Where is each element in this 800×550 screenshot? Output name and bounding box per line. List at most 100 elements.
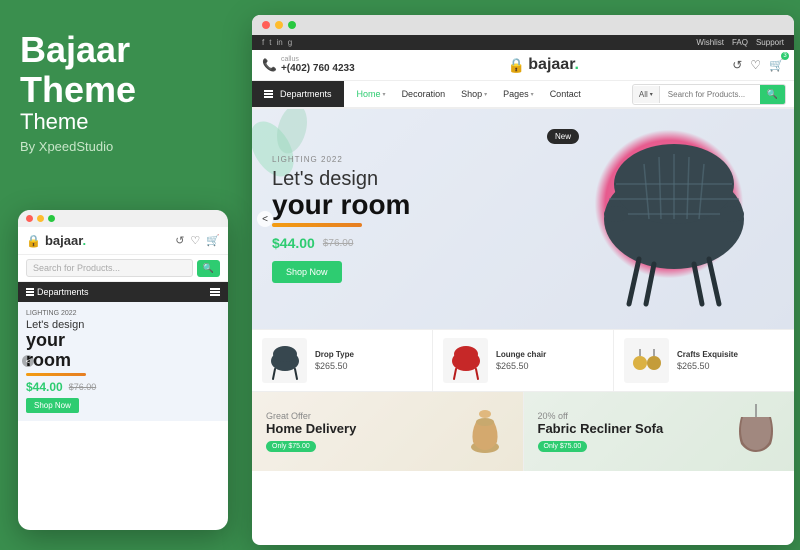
caret-down-icon: ▾ <box>531 91 534 98</box>
brand-title: Bajaar Theme <box>20 30 228 109</box>
dt-cart-badge: 3 <box>781 52 789 60</box>
dt-social-icons: f t in g <box>262 38 292 47</box>
dt-close-dot <box>262 21 270 29</box>
dt-phone-area: 📞 callus +(402) 760 4233 <box>262 56 355 74</box>
mobile-banner-title2: your <box>26 331 220 350</box>
nav-link-decoration[interactable]: Decoration <box>394 81 454 107</box>
dt-product-price-3: $265.50 <box>677 361 738 371</box>
brand-subtitle: Theme <box>20 109 228 135</box>
mobile-search-input[interactable]: Search for Products... <box>26 259 193 277</box>
faq-link[interactable]: FAQ <box>732 38 748 47</box>
nav-link-contact[interactable]: Contact <box>542 81 589 107</box>
mobile-logo-text: bajaar. <box>45 233 86 248</box>
dt-hero-old-price: $76.00 <box>323 238 354 249</box>
mobile-banner-tag: LIGHTING 2022 <box>26 310 220 317</box>
dept-text: Departments <box>37 287 89 297</box>
menu-line <box>26 291 34 293</box>
mobile-titlebar <box>18 210 228 227</box>
dt-logo-text: bajaar. <box>528 56 579 74</box>
dt-title-underline <box>272 223 362 227</box>
dt-hero-tag: LIGHTING 2022 <box>272 155 410 164</box>
mobile-header: 🔒 bajaar. ↺ ♡ 🛒 <box>18 227 228 255</box>
dt-product-price-2: $265.50 <box>496 361 546 371</box>
dt-refresh-icon[interactable]: ↺ <box>732 58 742 72</box>
menu-lines-icon <box>26 288 34 296</box>
dt-search-category[interactable]: All ▾ <box>633 86 660 103</box>
dt-product-name-3: Crafts Exquisite <box>677 350 738 359</box>
menu-line <box>26 288 34 290</box>
dt-promo-right: 20% off Fabric Recliner Sofa Only $75.00 <box>524 392 795 471</box>
facebook-icon[interactable]: f <box>262 38 264 47</box>
mobile-hamburger-icon[interactable] <box>210 288 220 296</box>
caret-down-icon: ▾ <box>484 91 487 98</box>
mobile-dept-label[interactable]: Departments <box>26 287 89 297</box>
dt-search-input[interactable] <box>660 86 760 103</box>
dt-product-info-3: Crafts Exquisite $265.50 <box>677 350 738 371</box>
dt-nav-links: Home ▾ Decoration Shop ▾ Pages ▾ Contact <box>344 81 594 107</box>
dept-btn-label: Departments <box>280 89 332 99</box>
vase-svg <box>458 402 513 457</box>
mobile-shop-btn[interactable]: Shop Now <box>26 398 79 413</box>
dt-hero-price: $44.00 <box>272 235 315 251</box>
dt-product-card: Lounge chair $265.50 <box>433 330 614 391</box>
dt-shop-now-button[interactable]: Shop Now <box>272 261 342 283</box>
mobile-old-price: $76.00 <box>69 382 97 392</box>
mobile-header-icons: ↺ ♡ 🛒 <box>175 234 220 247</box>
dt-product-price-1: $265.50 <box>315 361 354 371</box>
hanging-chair-svg <box>729 402 784 457</box>
dt-hero-title1: Let's design <box>272 168 410 191</box>
dept-line <box>264 96 273 98</box>
dt-promo-badge-2[interactable]: Only $75.00 <box>538 441 588 452</box>
dt-search-button[interactable]: 🔍 <box>760 85 785 104</box>
dt-product-card: Drop Type $265.50 <box>252 330 433 391</box>
dt-product-info-1: Drop Type $265.50 <box>315 350 354 371</box>
dt-promo-row: Great Offer Home Delivery Only $75.00 20… <box>252 391 794 471</box>
hamburger-line <box>210 288 220 290</box>
caret-down-icon: ▾ <box>383 91 386 98</box>
mobile-dept-bar: Departments <box>18 282 228 302</box>
support-link[interactable]: Support <box>756 38 784 47</box>
nav-link-shop[interactable]: Shop ▾ <box>453 81 495 107</box>
desktop-mockup: f t in g Wishlist FAQ Support 📞 callus +… <box>252 15 794 545</box>
logo-dot-accent: . <box>83 233 87 248</box>
nav-link-home[interactable]: Home ▾ <box>349 81 394 107</box>
product-chair-svg-1 <box>265 341 305 381</box>
dt-promo-image-1 <box>458 402 513 462</box>
lock-icon: 🔒 <box>26 234 41 248</box>
dt-wishlist-icon[interactable]: ♡ <box>750 58 761 72</box>
dt-cart-icon-container[interactable]: 🛒 3 <box>769 56 784 74</box>
dt-utility-bar: f t in g Wishlist FAQ Support <box>252 35 794 50</box>
dt-phone-number: +(402) 760 4233 <box>281 63 355 74</box>
mobile-price-row: $44.00 $76.00 <box>26 380 220 394</box>
nav-link-pages[interactable]: Pages ▾ <box>495 81 542 107</box>
mobile-search-button[interactable]: 🔍 <box>197 260 220 277</box>
dt-phone-label: callus <box>281 56 355 63</box>
maximize-dot <box>48 215 55 222</box>
product-earring-svg <box>627 341 667 381</box>
brand-by: By XpeedStudio <box>20 139 228 154</box>
dt-maximize-dot <box>288 21 296 29</box>
dt-util-links: Wishlist FAQ Support <box>696 38 784 47</box>
twitter-icon[interactable]: t <box>269 38 271 47</box>
linkedin-icon[interactable]: in <box>276 38 282 47</box>
google-icon[interactable]: g <box>288 38 292 47</box>
refresh-icon: ↺ <box>175 234 184 247</box>
dt-hero-content: LIGHTING 2022 Let's design your room $44… <box>252 135 430 303</box>
dt-hero-title2: your room <box>272 191 410 219</box>
dt-header-icons: ↺ ♡ 🛒 3 <box>732 56 784 74</box>
dt-promo-image-2 <box>729 402 784 462</box>
mobile-banner-title3: room <box>26 350 220 371</box>
dt-lock-icon: 🔒 <box>508 57 525 74</box>
hamburger-line <box>210 291 220 293</box>
dt-promo-badge-1[interactable]: Only $75.00 <box>266 441 316 452</box>
mobile-prev-arrow[interactable]: < <box>22 355 34 367</box>
dt-product-image-3 <box>624 338 669 383</box>
phone-icon: 📞 <box>262 58 277 72</box>
wishlist-link[interactable]: Wishlist <box>696 38 724 47</box>
close-dot <box>26 215 33 222</box>
dt-dept-button[interactable]: Departments <box>252 81 344 107</box>
dt-product-name-1: Drop Type <box>315 350 354 359</box>
dt-search-area: All ▾ 🔍 <box>632 84 786 105</box>
hero-chair-image <box>574 119 774 319</box>
mobile-search-bar: Search for Products... 🔍 <box>18 255 228 282</box>
